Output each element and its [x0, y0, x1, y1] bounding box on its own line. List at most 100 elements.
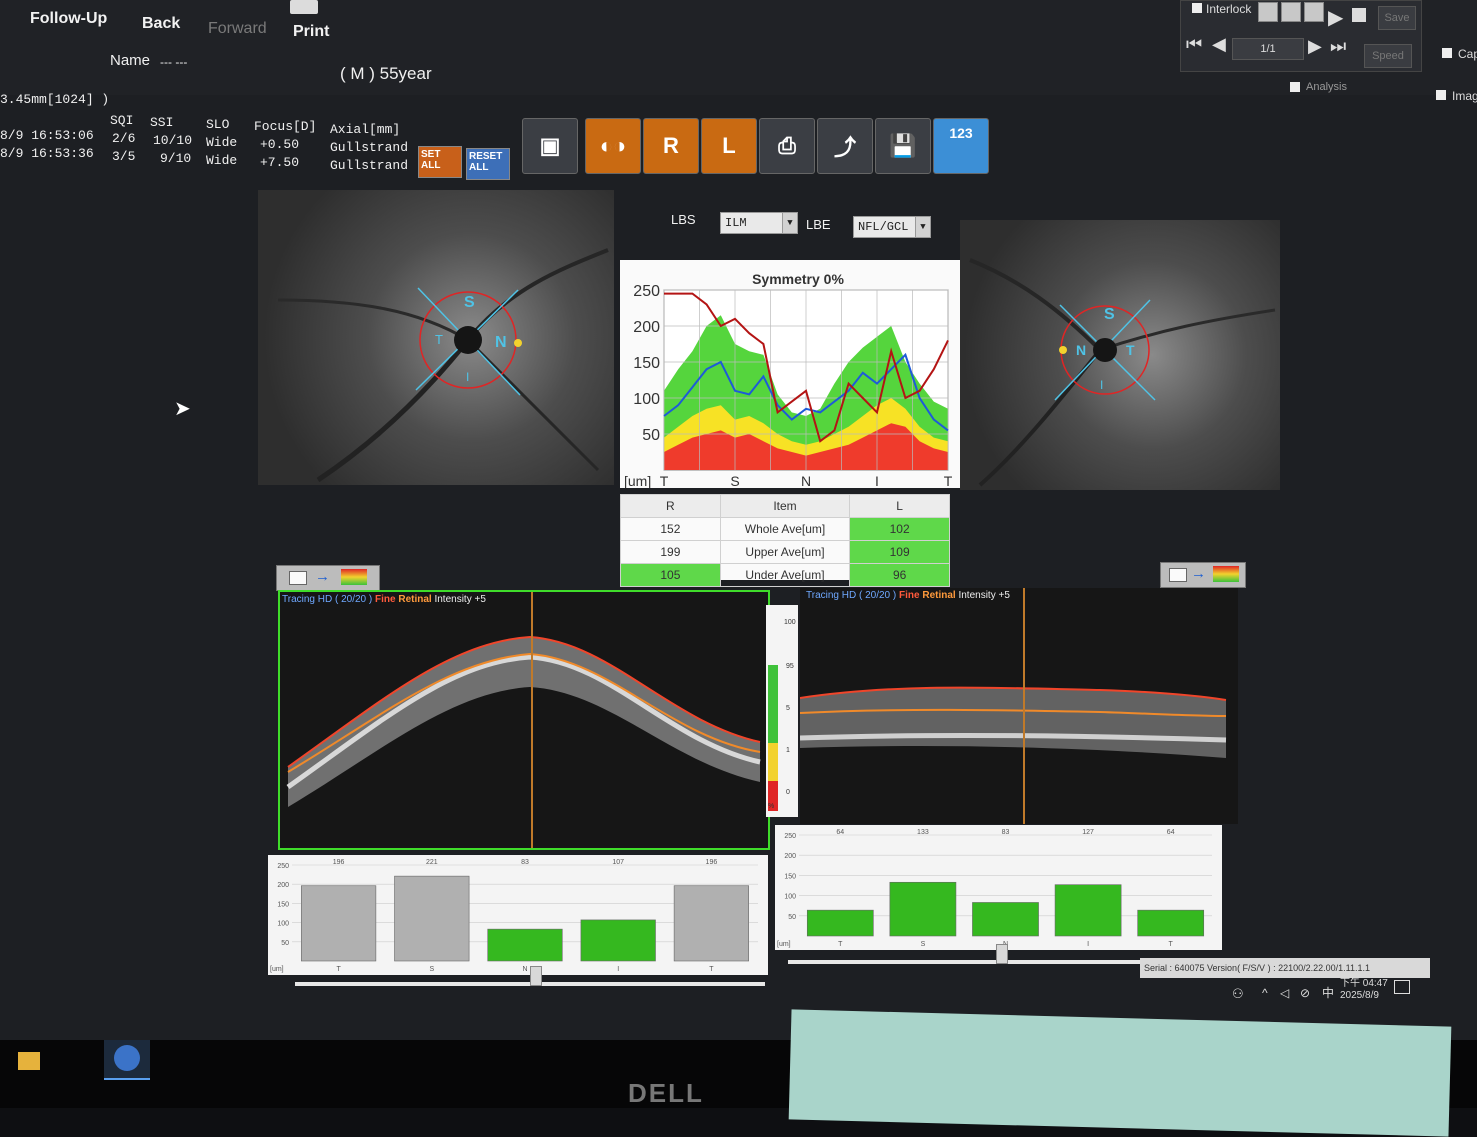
followup-button[interactable]: Follow-Up [30, 10, 107, 28]
numbers-button[interactable]: 123 [933, 118, 989, 174]
set-all-button[interactable]: SET ALL [418, 146, 462, 178]
arrow-right-icon[interactable]: → [315, 568, 330, 585]
fundus-right-n: N [495, 334, 507, 351]
last-frame-icon[interactable]: ⏭ [1330, 36, 1346, 57]
chevron-down-icon: ▼ [782, 213, 797, 233]
y-tick-label: 150 [633, 355, 660, 372]
scan-line: 3.45mm[1024] ) [0, 92, 110, 107]
document-icon[interactable]: ⎙ [759, 118, 815, 174]
bar-y-tick: 150 [784, 873, 796, 880]
analysis-checkbox[interactable] [1290, 82, 1300, 92]
bar-category-label: N [522, 966, 527, 973]
oct-right-toolbar: → [276, 565, 380, 591]
back-button[interactable]: Back [142, 15, 180, 33]
chevron-up-icon[interactable]: ^ [1262, 986, 1268, 1000]
book-icon[interactable] [289, 571, 307, 585]
people-icon[interactable]: ⚇ [1232, 986, 1244, 1002]
first-frame-icon[interactable]: ⏮ [1186, 34, 1202, 55]
col-ssi: SSI [150, 115, 174, 130]
row2-item: Upper Ave[um] [719, 540, 851, 564]
bar-y-unit: [um] [270, 966, 284, 973]
cap-checkbox[interactable] [1442, 48, 1452, 58]
row3-item: Under Ave[um] [719, 563, 851, 587]
fundus-right-eye[interactable]: S T N I [258, 190, 614, 485]
save-disk-icon[interactable]: 💾 [875, 118, 931, 174]
scale-5: 5 [786, 705, 790, 712]
network-icon[interactable]: ⊘ [1300, 986, 1310, 1000]
slider-right-handle[interactable] [530, 966, 542, 986]
scan2-time[interactable]: 8/9 16:53:36 [0, 146, 94, 161]
oct-left-toolbar: → [1160, 562, 1246, 588]
imag-checkbox[interactable] [1436, 90, 1446, 100]
prev-frame-icon[interactable]: ◀ [1212, 34, 1226, 55]
percentile-scale: 100 95 5 1 0 % [766, 605, 798, 817]
chevron-down-icon: ▼ [915, 217, 930, 237]
color-scale-icon[interactable] [1213, 566, 1239, 582]
scan1-ssi: 10/10 [153, 133, 193, 148]
oct-right-caption: Tracing HD ( 20/20 ) Fine Retinal Intens… [282, 594, 486, 605]
bar-category-label: S [429, 966, 434, 973]
oct-right-bscan[interactable]: Tracing HD ( 20/20 ) Fine Retinal Intens… [278, 590, 770, 850]
book-icon[interactable] [1169, 568, 1187, 582]
color-scale-icon[interactable] [341, 569, 367, 585]
analysis-label: Analysis [1306, 81, 1347, 93]
sector-bars-right-svg: 250 200 150 100 50 [um] 196 T 221 S 83 N 107 I 196 T [270, 859, 758, 973]
oct-left-retinal: Retinal [922, 590, 956, 601]
oct-right-tracing: Tracing HD ( 20/20 ) [282, 594, 373, 605]
ime-indicator[interactable]: 中 [1322, 984, 1334, 1001]
y-tick-label: 200 [633, 319, 660, 336]
stop-icon[interactable] [1352, 8, 1366, 22]
scale-percent: % [768, 803, 775, 810]
row1-r: 152 [620, 517, 721, 541]
scan1-time[interactable]: 8/9 16:53:06 [0, 128, 94, 143]
clock-date[interactable]: 2025/8/9 [1340, 990, 1379, 1001]
lbs-label: LBS [671, 212, 696, 227]
scale-green [768, 665, 778, 743]
lbe-select[interactable]: NFL/GCL ▼ [853, 216, 931, 238]
scan2-ssi: 9/10 [160, 151, 192, 166]
reset-all-button[interactable]: RESET ALL [466, 148, 510, 180]
printer-icon[interactable] [290, 0, 318, 14]
app-icon [114, 1045, 140, 1071]
forward-button[interactable]: Forward [208, 20, 267, 38]
bar-category-label: S [921, 941, 926, 948]
oct-left-bscan[interactable]: Tracing HD ( 20/20 ) Fine Retinal Intens… [800, 588, 1238, 824]
grid-tool-icon[interactable] [1281, 2, 1301, 22]
oct-left-tracing: Tracing HD ( 20/20 ) [806, 590, 897, 601]
oct-right-retinal: Retinal [398, 594, 432, 605]
x-tick-label: T [944, 473, 953, 488]
fit-tool-icon[interactable] [1304, 2, 1324, 22]
sector-bars-left-svg: 25020015010050[um]64T133S83N127I64T [777, 829, 1212, 948]
play-icon[interactable]: ▶ [1328, 5, 1343, 30]
col-focus: Focus[D] [254, 119, 317, 134]
right-eye-button[interactable]: R [643, 118, 699, 174]
speed-button[interactable]: Speed [1364, 44, 1412, 68]
cursor-tool-icon[interactable] [1258, 2, 1278, 22]
export-icon[interactable]: ⤴ [817, 118, 873, 174]
oct-right-image [286, 592, 761, 848]
slider-left-handle[interactable] [996, 944, 1008, 964]
left-eye-button[interactable]: L [701, 118, 757, 174]
bar-n [487, 928, 563, 962]
col-axial: Axial[mm] [330, 122, 401, 137]
arrow-right-icon[interactable]: → [1191, 565, 1206, 582]
top-toolbar: Follow-Up Back Forward Print Name --- --… [0, 0, 1477, 103]
interlock-checkbox[interactable] [1192, 3, 1202, 13]
camera-icon[interactable]: ▣ [522, 118, 578, 174]
volume-icon[interactable]: ◁ [1280, 986, 1289, 1000]
notification-icon[interactable] [1394, 980, 1410, 994]
save-button[interactable]: Save [1378, 6, 1416, 30]
clock-time[interactable]: 下午 04:47 [1340, 974, 1388, 989]
lbs-select[interactable]: ILM ▼ [720, 212, 798, 234]
bar-value-label: 133 [917, 829, 929, 836]
taskbar-app-button[interactable] [104, 1040, 150, 1080]
bar-y-tick: 100 [277, 921, 289, 928]
interlock-label: Interlock [1206, 2, 1252, 16]
next-frame-icon[interactable]: ▶ [1308, 36, 1322, 57]
print-button[interactable]: Print [293, 23, 329, 41]
bar-value-label: 221 [426, 859, 438, 866]
folder-icon[interactable] [18, 1052, 40, 1070]
fundus-left-eye[interactable]: S N T I [960, 220, 1280, 490]
both-eyes-icon[interactable]: ◐◑ [585, 118, 641, 174]
scan1-focus: +0.50 [260, 137, 300, 152]
